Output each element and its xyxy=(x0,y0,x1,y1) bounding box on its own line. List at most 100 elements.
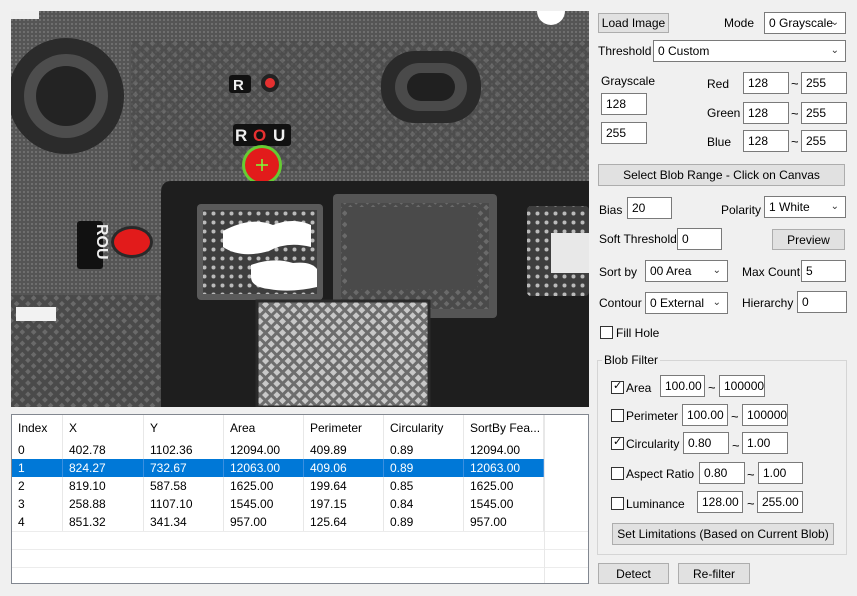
max-count-label: Max Count xyxy=(742,265,801,279)
load-image-button[interactable]: Load Image xyxy=(598,13,669,33)
cell-perimeter: 197.15 xyxy=(304,495,384,513)
luminance-label: Luminance xyxy=(626,497,685,511)
cell-perimeter: 125.64 xyxy=(304,513,384,531)
cell-circularity: 0.89 xyxy=(384,441,464,459)
mode-value: 0 Grayscale xyxy=(769,16,834,30)
luminance-checkbox[interactable] xyxy=(611,497,624,510)
chevron-down-icon: ⌄ xyxy=(830,45,839,56)
table-row-selected[interactable]: 1 824.27 732.67 12063.00 409.06 0.89 120… xyxy=(12,459,544,477)
threshold-select[interactable]: 0 Custom ⌄ xyxy=(653,40,846,62)
red-low-input[interactable]: 128 xyxy=(743,72,789,94)
red-high-input[interactable]: 255 xyxy=(801,72,847,94)
polarity-select[interactable]: 1 White ⌄ xyxy=(764,196,846,218)
grayscale-high-input[interactable]: 255 xyxy=(601,122,647,144)
cell-sortby: 12063.00 xyxy=(464,459,544,477)
aspect-ratio-max-input[interactable]: 1.00 xyxy=(758,462,803,484)
grid-line xyxy=(12,549,588,550)
cell-y: 1102.36 xyxy=(144,441,224,459)
cell-area: 1625.00 xyxy=(224,477,304,495)
blob-filter-title: Blob Filter xyxy=(602,352,661,368)
table-row[interactable]: 4 851.32 341.34 957.00 125.64 0.89 957.0… xyxy=(12,513,544,531)
area-min-input[interactable]: 100.00 xyxy=(660,375,705,397)
blue-low-input[interactable]: 128 xyxy=(743,130,789,152)
circularity-max-input[interactable]: 1.00 xyxy=(742,432,788,454)
svg-text:U: U xyxy=(273,126,285,145)
perimeter-label: Perimeter xyxy=(626,409,679,423)
green-high-input[interactable]: 255 xyxy=(801,102,847,124)
cell-area: 1545.00 xyxy=(224,495,304,513)
perimeter-checkbox[interactable] xyxy=(611,409,624,422)
perimeter-max-input[interactable]: 100000. xyxy=(742,404,788,426)
area-max-input[interactable]: 100000. xyxy=(719,375,765,397)
area-checkbox[interactable]: ✓ xyxy=(611,380,624,394)
luminance-max-input[interactable]: 255.00 xyxy=(757,491,803,513)
col-header-index[interactable]: Index xyxy=(12,415,63,441)
max-count-input[interactable]: 5 xyxy=(801,260,846,282)
range-tilde: ~ xyxy=(791,76,799,91)
column-divider xyxy=(544,415,545,583)
threshold-value: 0 Custom xyxy=(658,44,710,58)
circularity-min-input[interactable]: 0.80 xyxy=(683,432,729,454)
sortby-select[interactable]: 00 Area ⌄ xyxy=(645,260,728,282)
fill-hole-checkbox[interactable] xyxy=(600,326,613,339)
aspect-ratio-checkbox[interactable] xyxy=(611,467,624,480)
hierarchy-input[interactable]: 0 xyxy=(797,291,847,313)
check-icon: ✓ xyxy=(613,380,623,392)
chevron-down-icon: ⌄ xyxy=(830,201,839,212)
select-blob-range-button[interactable]: Select Blob Range - Click on Canvas xyxy=(598,164,845,186)
detect-button[interactable]: Detect xyxy=(598,563,669,584)
range-tilde: ~ xyxy=(791,106,799,121)
preview-button[interactable]: Preview xyxy=(772,229,845,250)
grayscale-label: Grayscale xyxy=(601,74,656,88)
luminance-min-input[interactable]: 128.00 xyxy=(697,491,743,513)
range-tilde: ~ xyxy=(747,496,755,511)
contour-value: 0 External xyxy=(650,296,705,310)
range-tilde: ~ xyxy=(791,134,799,149)
cell-perimeter: 199.64 xyxy=(304,477,384,495)
blue-label: Blue xyxy=(707,135,732,149)
grayscale-low-input[interactable]: 128 xyxy=(601,93,647,115)
chevron-down-icon: ⌄ xyxy=(712,297,721,308)
col-header-x[interactable]: X xyxy=(63,415,144,441)
svg-text:R: R xyxy=(235,126,247,145)
aspect-ratio-min-input[interactable]: 0.80 xyxy=(699,462,745,484)
table-row[interactable]: 0 402.78 1102.36 12094.00 409.89 0.89 12… xyxy=(12,441,544,459)
col-header-y[interactable]: Y xyxy=(144,415,224,441)
chevron-down-icon: ⌄ xyxy=(830,17,839,28)
table-row[interactable]: 3 258.88 1107.10 1545.00 197.15 0.84 154… xyxy=(12,495,544,513)
refilter-button[interactable]: Re-filter xyxy=(678,563,750,584)
col-header-area[interactable]: Area xyxy=(224,415,304,441)
image-canvas[interactable]: R R O U ROU xyxy=(11,11,589,407)
col-header-circularity[interactable]: Circularity xyxy=(384,415,464,441)
svg-text:R: R xyxy=(233,77,244,94)
cell-circularity: 0.85 xyxy=(384,477,464,495)
col-header-sortby[interactable]: SortBy Fea... xyxy=(464,415,544,441)
green-low-input[interactable]: 128 xyxy=(743,102,789,124)
soft-threshold-input[interactable]: 0 xyxy=(677,228,722,250)
table-row[interactable]: 2 819.10 587.58 1625.00 199.64 0.85 1625… xyxy=(12,477,544,495)
mode-select[interactable]: 0 Grayscale ⌄ xyxy=(764,12,846,34)
col-header-perimeter[interactable]: Perimeter xyxy=(304,415,384,441)
cell-y: 1107.10 xyxy=(144,495,224,513)
green-label: Green xyxy=(707,106,741,120)
cell-y: 587.58 xyxy=(144,477,224,495)
cell-circularity: 0.84 xyxy=(384,495,464,513)
contour-select[interactable]: 0 External ⌄ xyxy=(645,292,728,314)
set-limitations-button[interactable]: Set Limitations (Based on Current Blob) xyxy=(612,523,834,545)
blue-high-input[interactable]: 255 xyxy=(801,130,847,152)
threshold-label: Threshold xyxy=(598,44,652,58)
soft-threshold-label: Soft Threshold xyxy=(599,232,677,246)
perimeter-min-input[interactable]: 100.00 xyxy=(682,404,728,426)
mode-label: Mode xyxy=(724,16,755,30)
check-icon: ✓ xyxy=(613,436,623,448)
bias-input[interactable]: 20 xyxy=(627,197,672,219)
cell-sortby: 12094.00 xyxy=(464,441,544,459)
cell-area: 12063.00 xyxy=(224,459,304,477)
cell-index: 4 xyxy=(12,513,63,531)
cell-sortby: 1625.00 xyxy=(464,477,544,495)
cell-perimeter: 409.06 xyxy=(304,459,384,477)
range-tilde: ~ xyxy=(747,467,755,482)
circularity-checkbox[interactable]: ✓ xyxy=(611,436,624,450)
results-table[interactable]: Index X Y Area Perimeter Circularity Sor… xyxy=(11,414,589,584)
cell-index: 1 xyxy=(12,459,63,477)
